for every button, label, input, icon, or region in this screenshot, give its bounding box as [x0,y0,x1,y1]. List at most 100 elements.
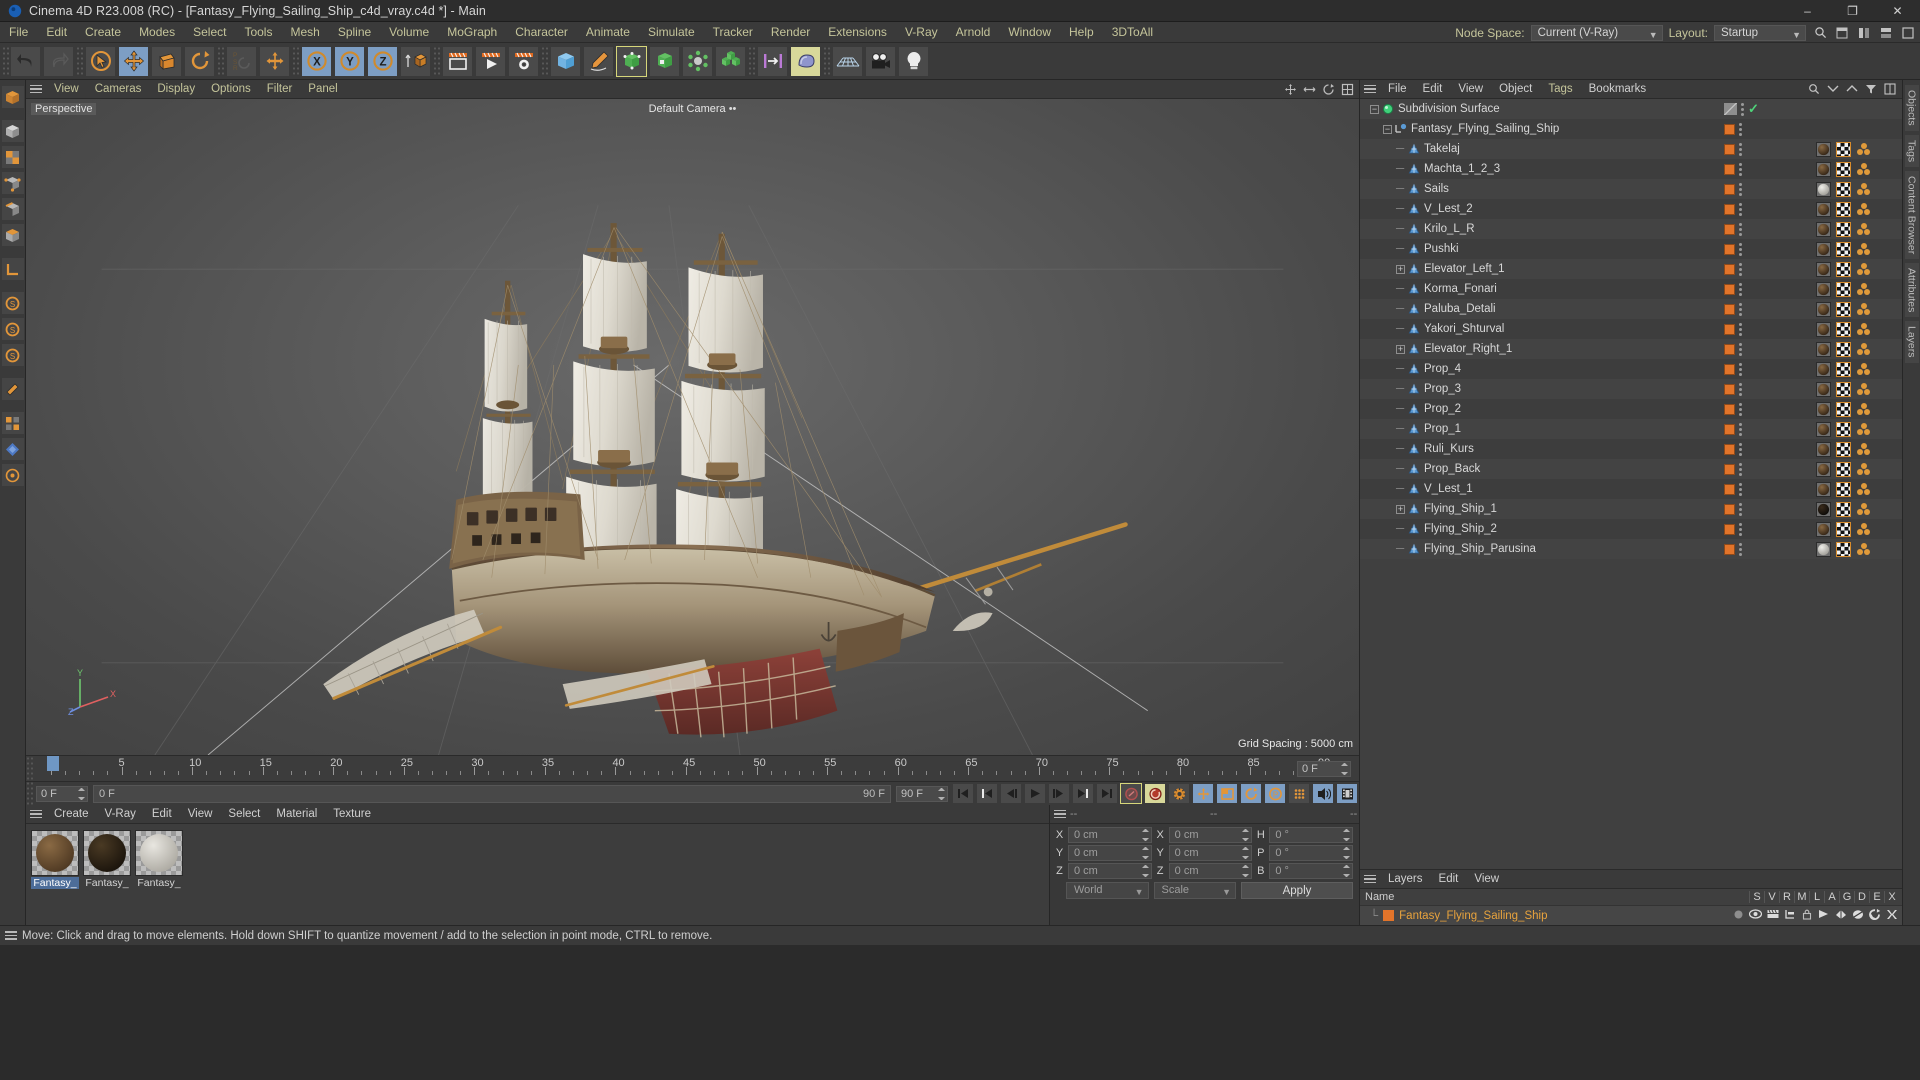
material-tag-icon[interactable] [1816,501,1831,517]
uvw-tag-icon[interactable] [1836,461,1851,477]
material-tag-icon[interactable] [1816,221,1831,237]
make-editable-icon[interactable] [0,85,25,109]
material-menu-material[interactable]: Material [268,805,325,824]
object-color-swatch[interactable] [1724,383,1735,395]
undo-button[interactable] [10,45,41,77]
coord-position-field[interactable]: 0 cm [1068,863,1152,879]
timeline-playhead[interactable] [47,756,59,771]
viewport-filter-icon[interactable] [0,437,25,461]
object-color-swatch[interactable] [1724,423,1735,435]
layout-select[interactable]: Startup ▼ [1714,24,1806,41]
eye-icon[interactable] [1748,909,1763,922]
go-to-previous-key-button[interactable] [976,783,998,804]
spinner-icon[interactable] [1141,847,1149,859]
coordinate-space-select[interactable]: World ▼ [1066,882,1149,899]
phong-tag-icon[interactable] [1856,282,1871,297]
measure-icon[interactable] [0,377,25,401]
viewport-hamburger-icon[interactable] [26,80,46,99]
material-swatch[interactable]: Fantasy_ [31,830,79,919]
pan-view-icon[interactable] [1282,82,1298,98]
menu-tracker[interactable]: Tracker [704,22,762,43]
workplane-icon[interactable]: S [0,343,25,367]
phong-tag-icon[interactable] [1856,302,1871,317]
object-row[interactable]: ─ Pushki [1360,239,1902,259]
search-icon[interactable] [1806,81,1822,97]
layer-column-l[interactable]: L [1809,891,1824,903]
material-menu-v-ray[interactable]: V-Ray [97,805,144,824]
phong-tag-icon[interactable] [1856,522,1871,537]
3d-viewport[interactable]: Perspective Default Camera •• Y X Z Grid… [26,99,1359,755]
scene-floor-button[interactable] [832,45,863,77]
uvw-tag-icon[interactable] [1836,401,1851,417]
object-row[interactable]: ─ Prop_4 [1360,359,1902,379]
expand-toggle-icon[interactable]: + [1396,504,1405,514]
viewport-menu-filter[interactable]: Filter [259,80,301,99]
range-end-field[interactable]: 90 F [896,785,948,802]
object-color-swatch[interactable] [1724,363,1735,375]
autokeying-button[interactable] [1144,783,1166,804]
object-color-swatch[interactable] [1724,143,1735,155]
material-swatch[interactable]: Fantasy_ [83,830,131,919]
layer-column-v[interactable]: V [1764,891,1779,903]
object-tree[interactable]: − Subdivision Surface ✓ − Fantasy_Flying_Sai… [1360,99,1902,869]
model-mode-icon[interactable] [0,119,25,143]
keyframe-settings-button[interactable] [1168,783,1190,804]
phong-tag-icon[interactable] [1856,342,1871,357]
phong-tag-icon[interactable] [1856,462,1871,477]
filter-icon[interactable] [1863,81,1879,97]
phong-tag-icon[interactable] [1856,322,1871,337]
layer-row[interactable]: └ Fantasy_Flying_Sailing_Ship [1360,906,1902,925]
animation-icon[interactable] [1816,909,1831,922]
material-menu-view[interactable]: View [180,805,221,824]
phong-tag-icon[interactable] [1856,362,1871,377]
uvw-tag-icon[interactable] [1836,281,1851,297]
material-preview-icon[interactable] [83,830,131,876]
key-parameter-button[interactable]: P [1264,783,1286,804]
vertical-tab-attributes[interactable]: Attributes [1903,262,1920,319]
phong-tag-icon[interactable] [1856,422,1871,437]
expand-toggle-icon[interactable]: + [1396,344,1405,354]
spinner-icon[interactable] [1343,847,1351,859]
object-row[interactable]: ─ Takelaj [1360,139,1902,159]
spinner-icon[interactable] [1343,829,1351,841]
spinner-icon[interactable] [78,787,85,800]
phong-tag-icon[interactable] [1856,542,1871,557]
object-color-swatch[interactable] [1724,123,1735,135]
coord-rotation-field[interactable]: 0 ° [1269,845,1354,861]
material-tag-icon[interactable] [1816,401,1831,417]
mograph-button[interactable] [715,45,746,77]
object-row[interactable]: ─ Flying_Ship_2 [1360,519,1902,539]
enable-axis-icon[interactable] [0,257,25,281]
mograph-effector-button[interactable] [757,45,788,77]
layer-column-e[interactable]: E [1869,891,1884,903]
menu-spline[interactable]: Spline [329,22,380,43]
material-tag-icon[interactable] [1816,341,1831,357]
render-picture-viewer-button[interactable] [475,45,506,77]
object-menu-bookmarks[interactable]: Bookmarks [1581,80,1655,99]
timeline-grip[interactable] [26,756,33,782]
light-button[interactable] [898,45,929,77]
layer-column-d[interactable]: D [1854,891,1869,903]
sound-button[interactable] [1312,783,1334,804]
coord-rotation-field[interactable]: 0 ° [1269,863,1354,879]
object-color-swatch[interactable] [1724,163,1735,175]
material-tag-icon[interactable] [1816,261,1831,277]
uvw-tag-icon[interactable] [1836,201,1851,217]
coordinates-hamburger-icon[interactable] [1050,805,1070,824]
expression-icon[interactable] [1867,908,1882,923]
uvw-tag-icon[interactable] [1836,481,1851,497]
deformer-icon[interactable] [1850,909,1865,923]
node-space-select[interactable]: Current (V-Ray) ▼ [1530,24,1663,41]
object-color-swatch[interactable] [1724,543,1735,555]
material-tag-icon[interactable] [1816,541,1831,557]
menu-select[interactable]: Select [184,22,235,43]
close-button[interactable]: ✕ [1875,0,1920,22]
viewport-menu-panel[interactable]: Panel [300,80,345,99]
material-tag-icon[interactable] [1816,241,1831,257]
object-color-swatch[interactable] [1724,463,1735,475]
object-menu-view[interactable]: View [1450,80,1491,99]
key-position-button[interactable] [1192,783,1214,804]
lock-z-axis-button[interactable]: Z [367,45,398,77]
menu-file[interactable]: File [0,22,37,43]
uvw-tag-icon[interactable] [1836,521,1851,537]
